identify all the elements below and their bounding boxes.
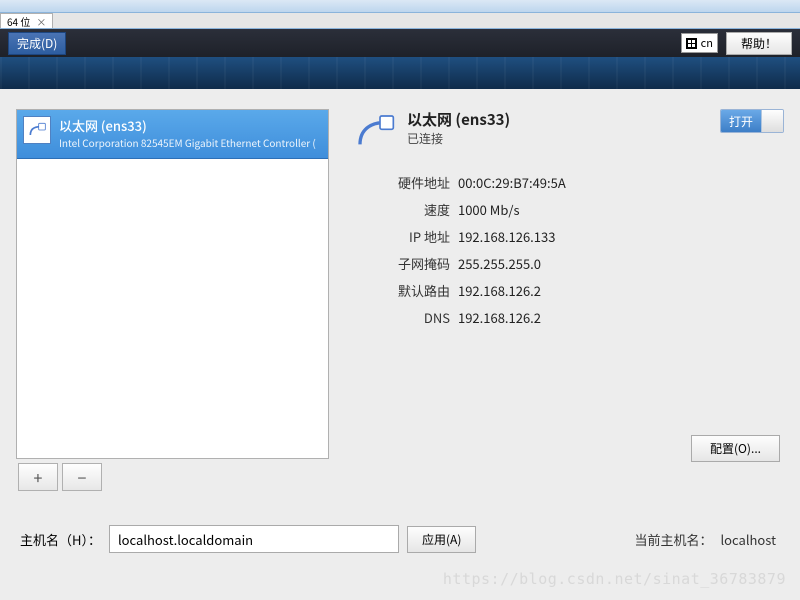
value-speed: 1000 Mb/s (458, 200, 520, 219)
hostname-label: 主机名（H）： (20, 530, 101, 549)
network-settings-body: 以太网 (ens33) Intel Corporation 82545EM Gi… (0, 89, 800, 509)
window-root: { "tab": { "label": "64 位", "close": "×"… (0, 0, 800, 600)
nic-item-title: 以太网 (ens33) (59, 116, 320, 135)
header-banner (0, 57, 800, 89)
nic-details-pane: 以太网 (ens33) 已连接 打开 硬件地址 00:0C:29:B7:49:5… (353, 109, 784, 491)
header-bar: 完成(D) cn 帮助！ (0, 29, 800, 57)
done-button[interactable]: 完成(D) (8, 32, 66, 55)
toggle-knob (761, 110, 783, 132)
apply-hostname-button[interactable]: 应用(A) (407, 526, 476, 553)
nic-item-subtitle: Intel Corporation 82545EM Gigabit Ethern… (59, 135, 320, 150)
keyboard-icon (686, 38, 697, 49)
row-dns: DNS 192.168.126.2 (353, 308, 784, 327)
add-nic-button[interactable]: + (18, 463, 58, 491)
current-hostname-value: localhost (720, 530, 780, 549)
label-gateway: 默认路由 (353, 281, 458, 300)
row-gateway: 默认路由 192.168.126.2 (353, 281, 784, 300)
row-speed: 速度 1000 Mb/s (353, 200, 784, 219)
window-titlebar (0, 0, 800, 13)
value-hwaddr: 00:0C:29:B7:49:5A (458, 173, 566, 192)
detail-properties: 硬件地址 00:0C:29:B7:49:5A 速度 1000 Mb/s IP 地… (353, 173, 784, 327)
value-dns: 192.168.126.2 (458, 308, 541, 327)
nic-list-toolbar: + − (16, 463, 329, 491)
help-button[interactable]: 帮助！ (726, 32, 792, 55)
nic-sidebar: 以太网 (ens33) Intel Corporation 82545EM Gi… (16, 109, 329, 491)
value-ip: 192.168.126.133 (458, 227, 555, 246)
remove-nic-button[interactable]: − (62, 463, 102, 491)
input-method-label: cn (701, 35, 713, 51)
hostname-input[interactable] (109, 525, 399, 553)
label-speed: 速度 (353, 200, 458, 219)
configure-button[interactable]: 配置(O)... (691, 435, 780, 462)
label-ip: IP 地址 (353, 227, 458, 246)
detail-status: 已连接 (407, 130, 710, 147)
current-hostname-label: 当前主机名： (634, 530, 712, 549)
tab-strip: 64 位 × (0, 13, 800, 29)
row-ip: IP 地址 192.168.126.133 (353, 227, 784, 246)
input-method-indicator[interactable]: cn (681, 33, 718, 53)
tab-64bit[interactable]: 64 位 × (0, 13, 53, 28)
value-mask: 255.255.255.0 (458, 254, 541, 273)
hostname-row: 主机名（H）： 应用(A) 当前主机名： localhost (0, 509, 800, 553)
ethernet-large-icon (353, 109, 397, 153)
label-hwaddr: 硬件地址 (353, 173, 458, 192)
row-hwaddr: 硬件地址 00:0C:29:B7:49:5A (353, 173, 784, 192)
connection-toggle[interactable]: 打开 (720, 109, 784, 133)
ethernet-icon (23, 116, 51, 144)
watermark-text: https://blog.csdn.net/sinat_36783879 (443, 570, 786, 588)
tab-label: 64 位 (7, 14, 30, 29)
label-dns: DNS (353, 308, 458, 327)
toggle-on-label: 打开 (721, 110, 761, 132)
nic-item-ens33[interactable]: 以太网 (ens33) Intel Corporation 82545EM Gi… (17, 110, 328, 159)
tab-close-icon[interactable]: × (36, 14, 46, 29)
nic-list[interactable]: 以太网 (ens33) Intel Corporation 82545EM Gi… (16, 109, 329, 459)
detail-title: 以太网 (ens33) (407, 109, 710, 130)
value-gateway: 192.168.126.2 (458, 281, 541, 300)
row-mask: 子网掩码 255.255.255.0 (353, 254, 784, 273)
label-mask: 子网掩码 (353, 254, 458, 273)
